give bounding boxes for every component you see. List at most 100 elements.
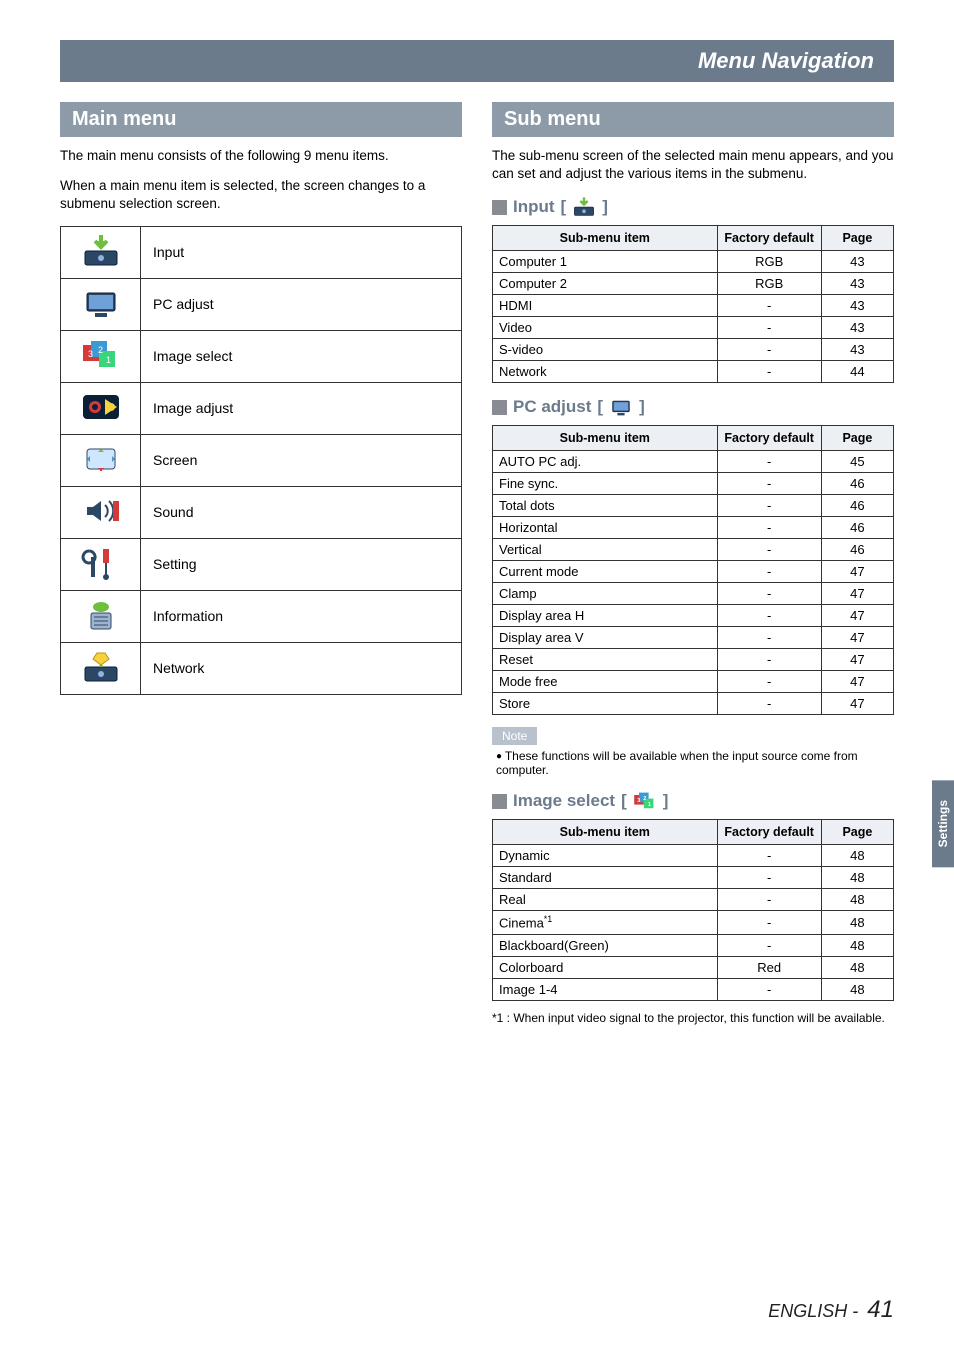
factory-default: RGB <box>717 251 821 273</box>
main-menu-row: Information <box>61 590 462 642</box>
note-label: Note <box>492 727 537 745</box>
information-icon <box>81 597 121 633</box>
col-header: Page <box>821 226 893 251</box>
table-row: Blackboard(Green)-48 <box>493 934 894 956</box>
image-select-icon <box>81 337 121 373</box>
factory-default: - <box>717 978 821 1000</box>
page-ref: 45 <box>821 451 893 473</box>
sub-menu-intro: The sub-menu screen of the selected main… <box>492 147 894 183</box>
submenu-item: Display area V <box>493 627 718 649</box>
square-bullet-icon <box>492 794 507 809</box>
submenu-item: Display area H <box>493 605 718 627</box>
submenu-item: Real <box>493 889 718 911</box>
side-tab-label: Settings <box>936 800 950 847</box>
pc-adjust-subheading-label: PC adjust <box>513 397 591 417</box>
submenu-item: Clamp <box>493 583 718 605</box>
screen-icon <box>81 441 121 477</box>
submenu-item: Current mode <box>493 561 718 583</box>
table-row: Computer 1RGB43 <box>493 251 894 273</box>
page-ref: 47 <box>821 605 893 627</box>
factory-default: - <box>717 934 821 956</box>
pc-adjust-icon <box>81 285 121 321</box>
table-row: Standard-48 <box>493 867 894 889</box>
main-menu-row: Sound <box>61 486 462 538</box>
main-menu-label: Sound <box>141 486 462 538</box>
main-menu-label: Network <box>141 642 462 694</box>
page-ref: 43 <box>821 317 893 339</box>
table-row: Fine sync.-46 <box>493 473 894 495</box>
submenu-item: Computer 1 <box>493 251 718 273</box>
page-footer: ENGLISH - 41 <box>768 1296 894 1324</box>
table-row: Computer 2RGB43 <box>493 273 894 295</box>
factory-default: - <box>717 605 821 627</box>
main-menu-intro-b: When a main menu item is selected, the s… <box>60 177 462 213</box>
page-ref: 47 <box>821 583 893 605</box>
main-menu-heading: Main menu <box>60 102 462 137</box>
submenu-item: Video <box>493 317 718 339</box>
page-ref: 43 <box>821 339 893 361</box>
page-ref: 47 <box>821 693 893 715</box>
footer-language: ENGLISH - <box>768 1301 858 1321</box>
page-ref: 44 <box>821 361 893 383</box>
table-row: Current mode-47 <box>493 561 894 583</box>
page-ref: 48 <box>821 978 893 1000</box>
factory-default: - <box>717 339 821 361</box>
page-title: Menu Navigation <box>698 48 874 73</box>
sub-menu-heading: Sub menu <box>492 102 894 137</box>
page-ref: 43 <box>821 273 893 295</box>
image-select-subheading-label: Image select <box>513 791 615 811</box>
page-ref: 48 <box>821 911 893 934</box>
page-ref: 48 <box>821 867 893 889</box>
main-menu-label: Image select <box>141 330 462 382</box>
factory-default: - <box>717 539 821 561</box>
footer-page-number: 41 <box>867 1296 894 1323</box>
factory-default: - <box>717 845 821 867</box>
page-ref: 47 <box>821 671 893 693</box>
submenu-item: Vertical <box>493 539 718 561</box>
page-ref: 43 <box>821 295 893 317</box>
page-ref: 48 <box>821 889 893 911</box>
col-header: Sub-menu item <box>493 226 718 251</box>
table-row: Total dots-46 <box>493 495 894 517</box>
main-menu-label: Information <box>141 590 462 642</box>
submenu-item: Network <box>493 361 718 383</box>
col-header: Page <box>821 820 893 845</box>
factory-default: - <box>717 693 821 715</box>
factory-default: - <box>717 583 821 605</box>
network-icon <box>81 649 121 685</box>
table-row: Reset-47 <box>493 649 894 671</box>
submenu-item: Standard <box>493 867 718 889</box>
factory-default: Red <box>717 956 821 978</box>
submenu-item: Cinema*1 <box>493 911 718 934</box>
main-menu-row: Input <box>61 226 462 278</box>
factory-default: - <box>717 451 821 473</box>
note-list: These functions will be available when t… <box>492 749 894 777</box>
submenu-item: Colorboard <box>493 956 718 978</box>
submenu-item: Blackboard(Green) <box>493 934 718 956</box>
table-row: Dynamic-48 <box>493 845 894 867</box>
factory-default: - <box>717 627 821 649</box>
submenu-item: Mode free <box>493 671 718 693</box>
main-menu-intro-a: The main menu consists of the following … <box>60 147 462 165</box>
col-header: Factory default <box>717 226 821 251</box>
page-ref: 46 <box>821 517 893 539</box>
col-header: Sub-menu item <box>493 820 718 845</box>
input-icon <box>81 233 121 269</box>
page-ref: 48 <box>821 845 893 867</box>
input-icon <box>572 197 596 217</box>
main-menu-table: Input PC adjust Image select Image adjus… <box>60 226 462 695</box>
factory-default: - <box>717 295 821 317</box>
factory-default: - <box>717 361 821 383</box>
setting-icon <box>81 545 121 581</box>
main-menu-row: Image adjust <box>61 382 462 434</box>
table-row: Mode free-47 <box>493 671 894 693</box>
image-adjust-icon <box>81 389 121 425</box>
submenu-item: Total dots <box>493 495 718 517</box>
main-menu-row: Screen <box>61 434 462 486</box>
page-ref: 46 <box>821 473 893 495</box>
submenu-item: HDMI <box>493 295 718 317</box>
page-ref: 47 <box>821 627 893 649</box>
submenu-item: S-video <box>493 339 718 361</box>
submenu-item: Reset <box>493 649 718 671</box>
side-tab: Settings <box>932 780 954 867</box>
